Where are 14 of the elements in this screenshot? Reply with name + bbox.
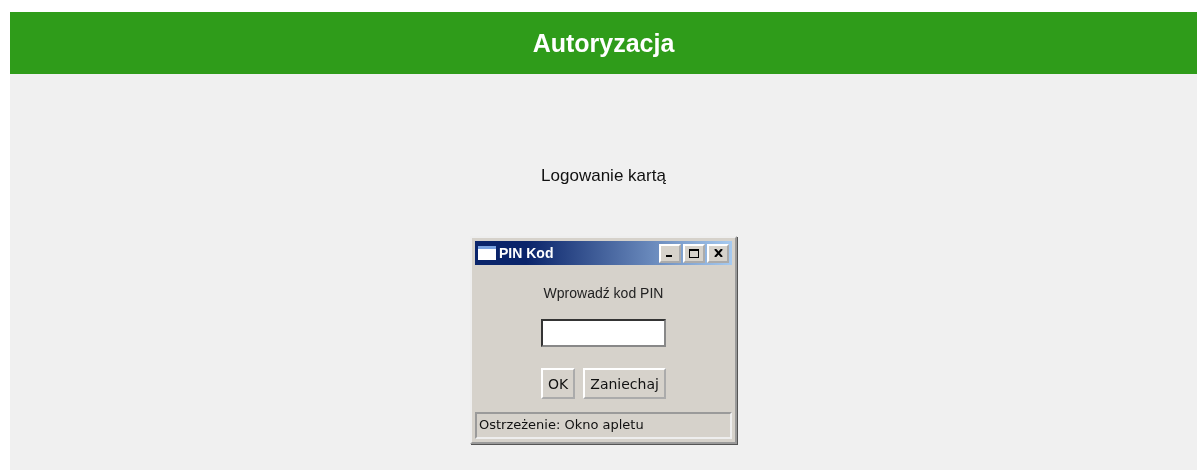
window-icon <box>478 246 496 260</box>
dialog-button[interactable]: OK <box>541 368 576 399</box>
maximize-icon <box>689 248 699 258</box>
status-bar: Ostrzeżenie: Okno apletu <box>475 412 732 439</box>
close-button[interactable] <box>707 243 729 263</box>
login-text: Logowanie kartą <box>541 166 666 186</box>
pin-field[interactable] <box>541 319 666 347</box>
minimize-button[interactable] <box>659 243 681 263</box>
dialog-title: PIN Kod <box>499 245 555 261</box>
pin-prompt: Wprowadź kod PIN <box>543 285 664 301</box>
dialog-button[interactable]: Zaniechaj <box>583 368 666 399</box>
maximize-button[interactable] <box>683 243 705 263</box>
close-icon <box>713 249 723 257</box>
page-title: Autoryzacja <box>532 28 675 58</box>
